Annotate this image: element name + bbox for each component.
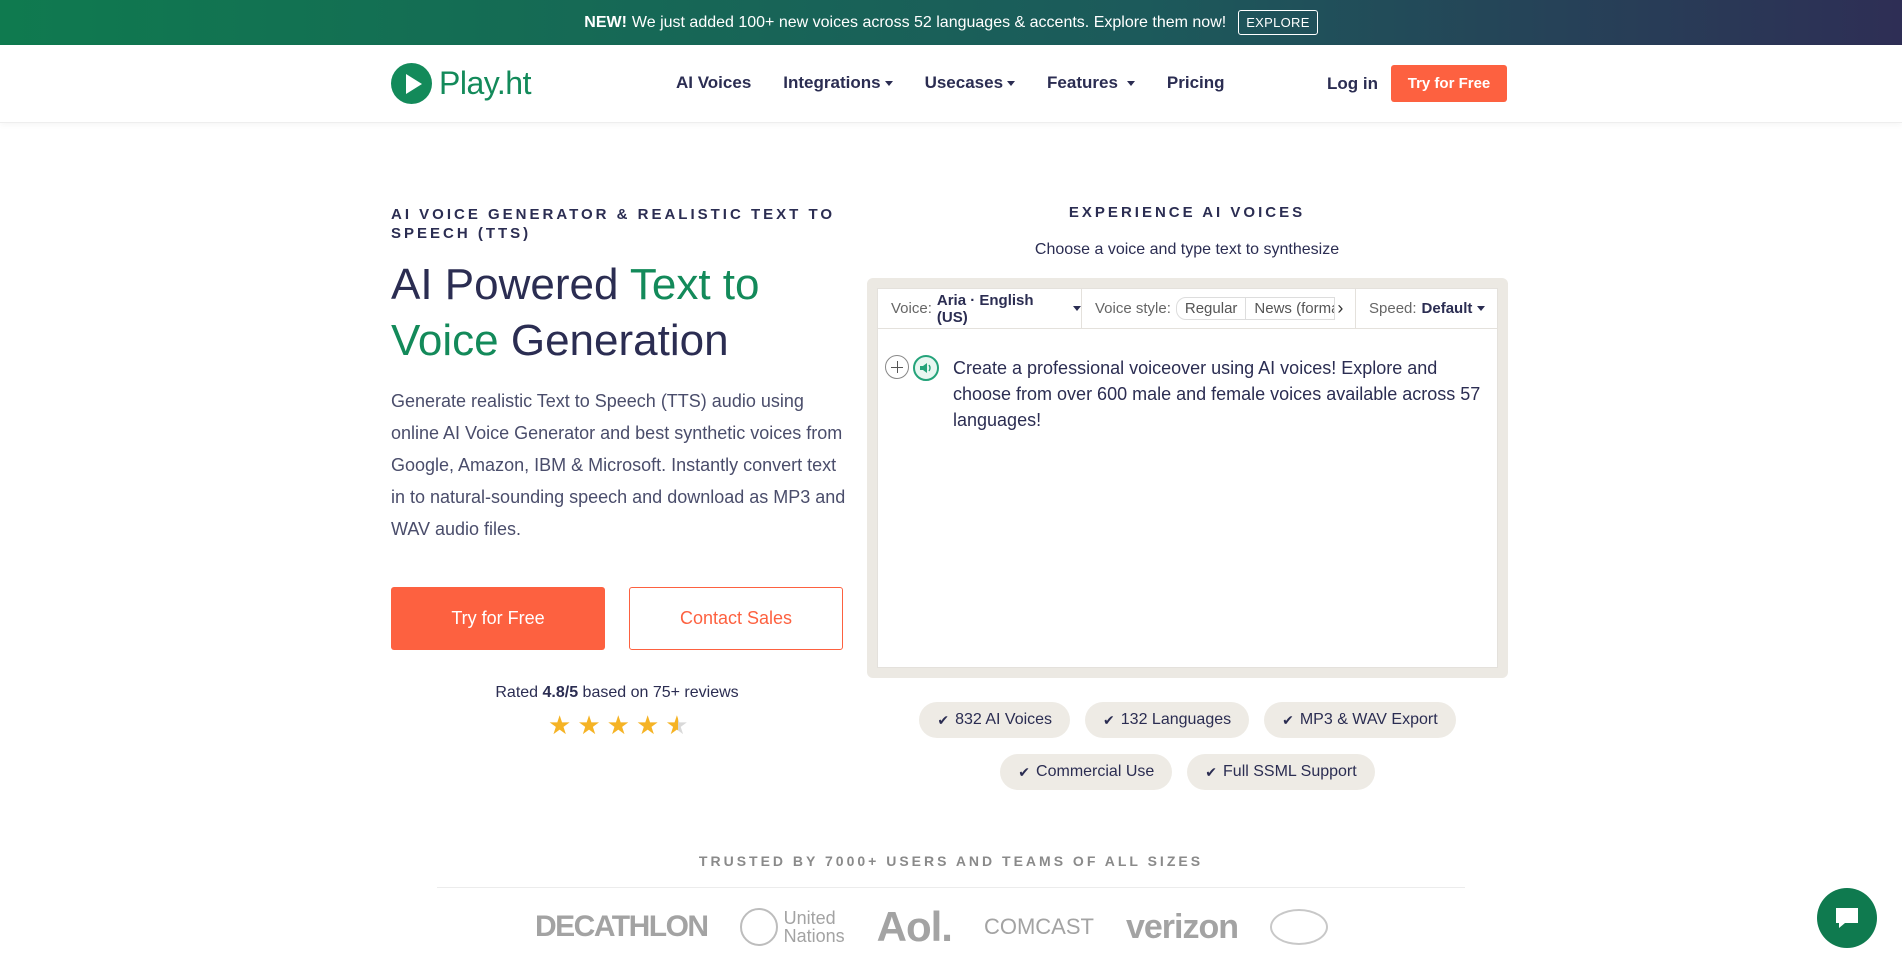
rating-text: Rated 4.8/5 based on 75+ reviews <box>391 684 843 702</box>
nav-integrations-label: Integrations <box>783 73 881 92</box>
united-nations-logo: United Nations <box>739 908 845 946</box>
feature-label: 832 AI Voices <box>955 711 1053 728</box>
feature-tag: ✔ Commercial Use <box>1000 754 1173 790</box>
voice-style-label: Voice style: <box>1095 300 1171 317</box>
login-link[interactable]: Log in <box>1327 74 1378 94</box>
banner-new-label: NEW! <box>584 13 627 31</box>
try-for-free-nav-button[interactable]: Try for Free <box>1391 65 1507 102</box>
logo-text: Play.ht <box>439 65 531 101</box>
feature-label: Full SSML Support <box>1223 763 1357 780</box>
check-icon: ✔ <box>1282 711 1294 728</box>
divider <box>437 887 1465 888</box>
caret-down-icon <box>1073 306 1081 311</box>
hero-section: AI VOICE GENERATOR & REALISTIC TEXT TO S… <box>391 205 851 545</box>
feature-tag: ✔ Full SSML Support <box>1187 754 1375 790</box>
caret-down-icon <box>884 81 893 87</box>
decathlon-logo: DECATHLON <box>535 910 709 943</box>
speed-value: Default <box>1421 300 1473 317</box>
feature-tag: ✔ 132 Languages <box>1085 702 1250 738</box>
star-icon: ★ <box>635 710 660 740</box>
aol-logo: Aol. <box>876 903 953 950</box>
nav-links: AI Voices Integrations Usecases Features… <box>676 73 1225 93</box>
headline-part-3: Generation <box>498 316 729 365</box>
verizon-logo: verizon <box>1125 907 1239 946</box>
half-star-icon: ★ <box>665 710 689 740</box>
caret-down-icon <box>1126 81 1135 87</box>
comcast-logo: COMCAST <box>983 914 1094 939</box>
virgin-logo <box>1270 909 1328 945</box>
hero-description: Generate realistic Text to Speech (TTS) … <box>391 391 846 539</box>
check-icon: ✔ <box>937 711 950 728</box>
check-icon: ✔ <box>1103 711 1115 728</box>
announcement-banner: NEW! We just added 100+ new voices acros… <box>0 0 1902 45</box>
star-icon: ★ <box>577 710 601 740</box>
caret-down-icon <box>1007 81 1016 87</box>
experience-subtitle: Choose a voice and type text to synthesi… <box>1034 241 1340 258</box>
hero-eyebrow: AI VOICE GENERATOR & REALISTIC TEXT TO S… <box>391 206 836 242</box>
voice-style-selector: Voice style: Regular News (formal) › <box>1082 289 1356 328</box>
chat-widget-button[interactable] <box>1817 888 1877 948</box>
nav-features-label: Features <box>1047 73 1118 92</box>
experience-title: EXPERIENCE AI VOICES <box>1068 204 1306 221</box>
nav-integrations[interactable]: Integrations <box>783 73 893 93</box>
contact-sales-button[interactable]: Contact Sales <box>629 587 843 650</box>
nav-features[interactable]: Features <box>1047 73 1135 93</box>
un-emblem-icon <box>739 908 778 946</box>
check-icon: ✔ <box>1205 763 1218 780</box>
nav-usecases-label: Usecases <box>924 73 1004 92</box>
chat-bubble-icon <box>1836 908 1858 928</box>
play-icon <box>391 63 432 104</box>
try-for-free-button[interactable]: Try for Free <box>391 587 605 650</box>
editor-actions <box>885 355 939 381</box>
star-icon: ★ <box>548 710 572 740</box>
explore-button[interactable]: EXPLORE <box>1238 10 1318 35</box>
top-navigation: Play.ht AI Voices Integrations Usecases … <box>0 45 1902 123</box>
editor-toolbar: Voice: Aria · English (US) Voice style: … <box>878 289 1497 329</box>
logo[interactable]: Play.ht <box>391 63 531 104</box>
style-regular[interactable]: Regular <box>1175 297 1247 320</box>
speaker-icon[interactable] <box>913 355 939 381</box>
un-line-1: United <box>783 908 836 928</box>
feature-row-2: ✔ Commercial Use ✔ Full SSML Support <box>867 754 1508 790</box>
feature-tag: ✔ 832 AI Voices <box>919 702 1071 738</box>
feature-tags: ✔ 832 AI Voices ✔ 132 Languages ✔ MP3 & WAV… <box>867 702 1508 806</box>
add-icon[interactable] <box>885 355 909 379</box>
trusted-title: TRUSTED BY 7000+ USERS AND TEAMS OF ALL … <box>698 853 1204 869</box>
rating-stars: ★ ★ ★ ★ ★ <box>548 712 689 738</box>
tts-demo-panel: Voice: Aria · English (US) Voice style: … <box>867 278 1508 678</box>
tts-editor: Voice: Aria · English (US) Voice style: … <box>877 288 1498 668</box>
caret-down-icon <box>1477 306 1486 311</box>
chevron-right-icon[interactable]: › <box>1337 298 1343 319</box>
feature-row-1: ✔ 832 AI Voices ✔ 132 Languages ✔ MP3 & WAV… <box>867 702 1508 738</box>
nav-ai-voices[interactable]: AI Voices <box>676 73 751 93</box>
star-icon: ★ <box>606 710 630 740</box>
rating-suffix: based on 75+ reviews <box>578 684 739 701</box>
speed-selector[interactable]: Speed: Default <box>1356 289 1486 328</box>
headline-part-1: AI Powered <box>391 260 630 309</box>
voice-selector[interactable]: Voice: Aria · English (US) <box>878 289 1082 328</box>
speed-label: Speed: <box>1369 300 1417 317</box>
feature-tag: ✔ MP3 & WAV Export <box>1264 702 1456 738</box>
feature-label: 132 Languages <box>1120 711 1232 728</box>
hero-headline: AI Powered Text to Voice Generation <box>391 257 851 369</box>
voice-value: Aria · English (US) <box>936 291 1034 326</box>
check-icon: ✔ <box>1018 763 1031 780</box>
nav-pricing[interactable]: Pricing <box>1167 73 1225 93</box>
voice-label: Voice: <box>891 300 932 317</box>
feature-label: MP3 & WAV Export <box>1299 711 1438 728</box>
un-line-2: Nations <box>783 926 845 946</box>
rating-prefix: Rated <box>495 684 543 701</box>
feature-label: Commercial Use <box>1036 763 1155 780</box>
tts-text-area[interactable]: Create a professional voiceover using AI… <box>953 355 1483 433</box>
nav-usecases[interactable]: Usecases <box>924 73 1016 93</box>
rating-value: 4.8/5 <box>542 684 579 701</box>
customer-logos: DECATHLON United Nations Aol. COMCAST ver… <box>535 903 1328 951</box>
style-news[interactable]: News (formal) <box>1245 297 1336 320</box>
banner-text: We just added 100+ new voices across 52 … <box>631 13 1227 31</box>
